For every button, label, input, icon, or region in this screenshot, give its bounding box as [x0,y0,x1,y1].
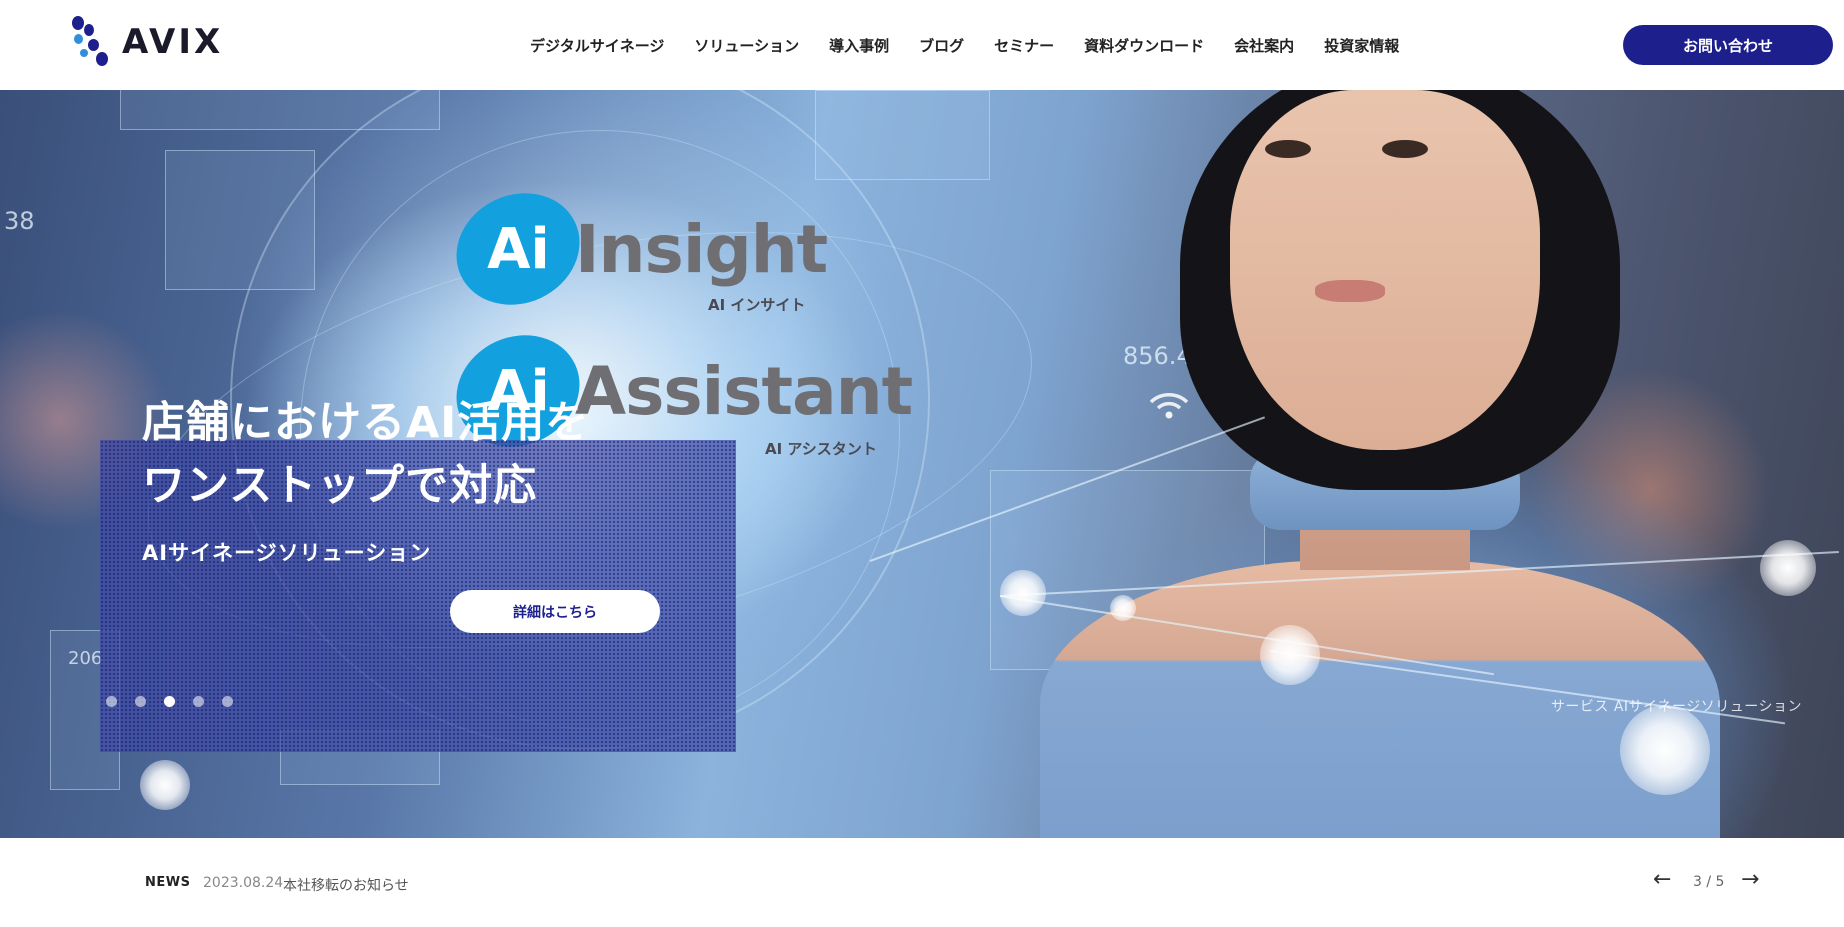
hero-title-line: ワンストップで対応 [142,461,538,511]
details-button[interactable]: 詳細はこちら [450,590,660,633]
logo[interactable]: AVIX [70,14,223,70]
nav-item-blog[interactable]: ブログ [919,35,964,56]
network-node [1110,595,1136,621]
slider-pagination [106,696,233,707]
nav-item-investors[interactable]: 投資家情報 [1324,35,1399,56]
ai-insight-subtitle: AI インサイト [708,296,806,314]
hud-number: 38 [4,207,35,235]
network-node [1000,570,1046,616]
slide-caption: サービス AIサイネージソリューション [1550,699,1802,715]
hud-number: 206 [68,648,103,669]
arrow-right-icon[interactable]: → [1741,867,1759,892]
slider-dot[interactable] [106,696,117,707]
logo-text: AVIX [122,22,224,62]
slider-dot[interactable] [222,696,233,707]
nav-item-downloads[interactable]: 資料ダウンロード [1084,35,1204,56]
network-node [1760,540,1816,596]
network-node [1620,705,1710,795]
arrow-left-icon[interactable]: ← [1653,867,1671,892]
slider-dot[interactable] [193,696,204,707]
hero-subtitle: AIサイネージソリューション [142,541,432,565]
nav-item-seminar[interactable]: セミナー [994,35,1054,56]
hud-panel [165,150,315,290]
nav-item-digital-signage[interactable]: デジタルサイネージ [530,35,664,56]
hero-title: 店舗におけるAI活用を ワンストップで対応 [142,392,702,518]
ai-assistant-subtitle: AI アシスタント [765,440,877,458]
hud-panel [120,90,440,130]
ai-badge: Ai [438,173,598,325]
ai-insight-logo: Ai Insight [438,173,828,325]
hero-title-line: 店舗におけるAI活用を [142,398,590,448]
ai-insight-word: Insight [575,210,828,288]
news-counter: 3 / 5 [1693,874,1725,890]
nav-item-company[interactable]: 会社案内 [1234,35,1294,56]
slider-dot[interactable] [135,696,146,707]
nav-item-case-studies[interactable]: 導入事例 [829,35,889,56]
lips [1315,280,1385,302]
eye [1265,140,1311,158]
hud-panel [815,90,990,180]
woman-photo [1000,90,1844,838]
eye [1382,140,1428,158]
slider-dot-active[interactable] [164,696,175,707]
contact-button[interactable]: お問い合わせ [1623,25,1833,65]
news-date: 2023.08.24 [203,875,284,891]
main-nav: デジタルサイネージ ソリューション 導入事例 ブログ セミナー 資料ダウンロード… [530,0,1429,90]
network-node [1260,625,1320,685]
network-node [140,760,190,810]
nav-item-solutions[interactable]: ソリューション [694,35,799,56]
site-header: AVIX デジタルサイネージ ソリューション 導入事例 ブログ セミナー 資料ダ… [0,0,1844,90]
logo-mark-icon [70,14,116,70]
news-label: NEWS [145,875,191,890]
news-ticker: NEWS 2023.08.24 本社移転のお知らせ ← 3 / 5 → [95,838,1808,927]
news-title-link[interactable]: 本社移転のお知らせ [283,875,409,895]
